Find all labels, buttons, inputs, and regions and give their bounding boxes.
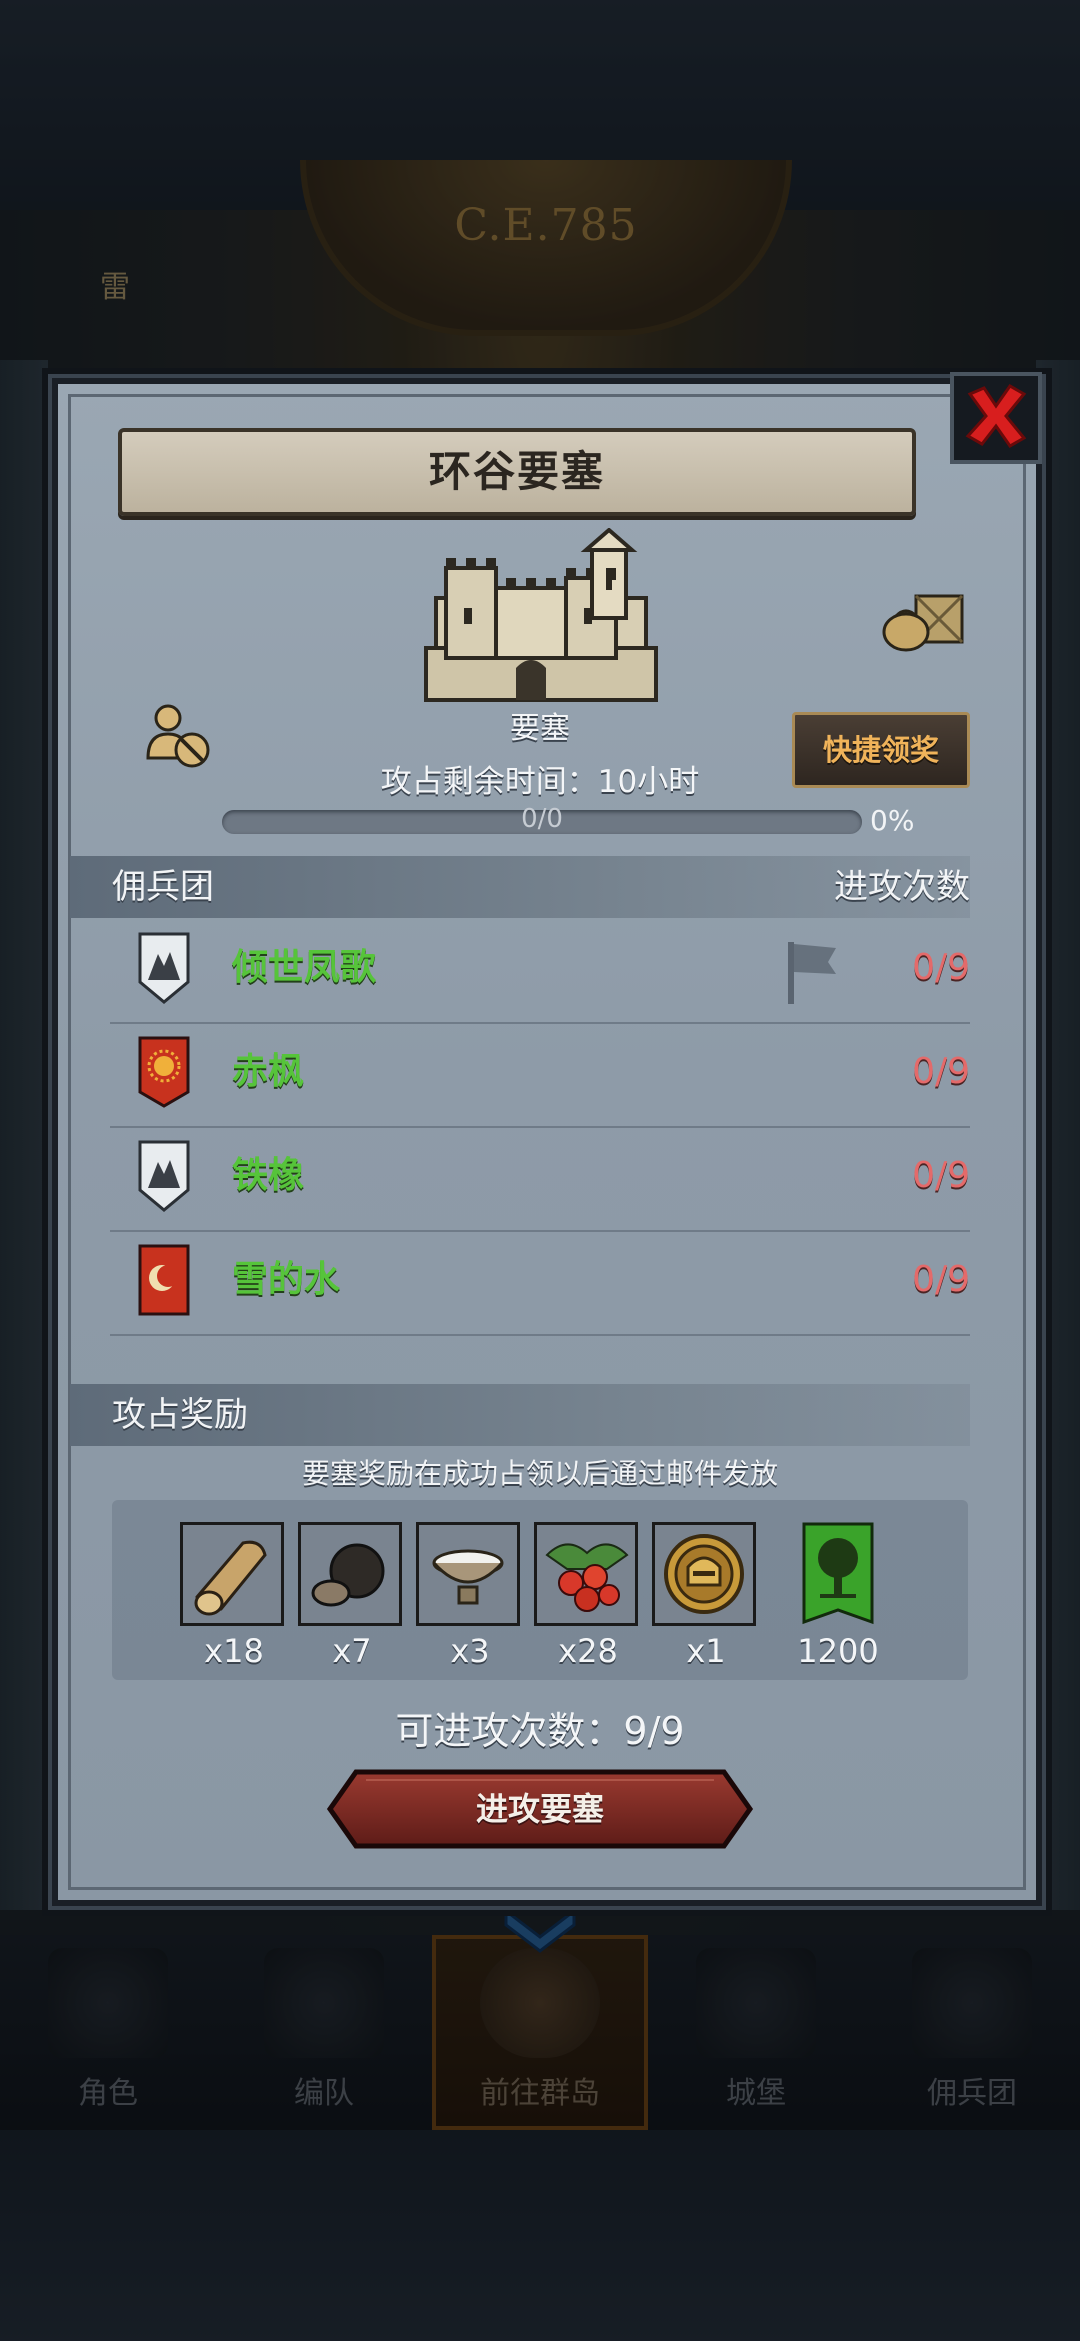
gold-helmet-medal-icon: [655, 1525, 753, 1623]
berries-icon: [537, 1525, 635, 1623]
capture-progress-bar: 0/0: [222, 804, 862, 834]
guild-row[interactable]: 倾世凤歌 0/9: [110, 918, 970, 1024]
reward-quantity: x1: [686, 1632, 726, 1670]
reward-note: 要塞奖励在成功占领以后通过邮件发放: [301, 1457, 778, 1490]
guild-attack-count: 0/9: [912, 1259, 970, 1300]
reward-slot: [298, 1522, 402, 1626]
truffle-icon: [301, 1525, 399, 1623]
reward-header-label: 攻占奖励: [112, 1395, 248, 1435]
reward-quantity: x7: [332, 1632, 372, 1670]
reward-slot: [180, 1522, 284, 1626]
red-crescent-banner-emblem-icon: [138, 1244, 190, 1316]
guild-header-label: 佣兵团: [112, 867, 214, 907]
quick-claim-button[interactable]: 快捷领奖: [792, 712, 970, 788]
castle-icon: [424, 528, 658, 702]
green-tree-banner-icon: [802, 1522, 874, 1625]
guild-row[interactable]: 赤枫 0/9: [110, 1022, 970, 1128]
guild-name: 倾世凤歌: [232, 947, 377, 988]
attack-count-header: 进攻次数: [834, 867, 970, 907]
close-icon: [965, 384, 1027, 448]
guild-section-header: 佣兵团 进攻次数: [70, 856, 970, 918]
reward-item[interactable]: x3: [416, 1522, 524, 1670]
title-banner: 环谷要塞: [118, 428, 916, 516]
wood-log-icon: [183, 1525, 281, 1623]
reward-slot: [416, 1522, 520, 1626]
guild-attack-count: 0/9: [912, 947, 970, 988]
bag-icon[interactable]: [878, 588, 966, 654]
milk-bowl-icon: [419, 1525, 517, 1623]
reward-item[interactable]: x1: [652, 1522, 760, 1670]
dialog-title: 环谷要塞: [428, 447, 605, 496]
reward-item[interactable]: 1200: [786, 1522, 890, 1670]
reward-quantity: x18: [204, 1632, 264, 1670]
attack-button-label: 进攻要塞: [475, 1790, 604, 1828]
close-button[interactable]: [950, 372, 1042, 464]
guild-row[interactable]: 雪的水 0/9: [110, 1230, 970, 1336]
red-sun-banner-emblem-icon: [138, 1036, 190, 1108]
guild-row[interactable]: 铁橡 0/9: [110, 1126, 970, 1232]
progress-text: 0/0: [521, 804, 563, 834]
reward-slot: [534, 1522, 638, 1626]
reward-item[interactable]: x18: [180, 1522, 288, 1670]
guild-attack-count: 0/9: [912, 1051, 970, 1092]
reward-slot: [786, 1522, 890, 1626]
reward-section-header: 攻占奖励: [70, 1384, 970, 1446]
white-shield-emblem-icon: [138, 1140, 190, 1212]
attempts-remaining: 可进攻次数：9/9: [395, 1709, 685, 1753]
guild-name: 雪的水: [232, 1259, 341, 1300]
attack-fortress-button[interactable]: 进攻要塞: [326, 1768, 754, 1850]
reward-item[interactable]: x28: [534, 1522, 642, 1670]
reward-quantity: x28: [558, 1632, 618, 1670]
white-shield-emblem-icon: [138, 932, 190, 1004]
reward-quantity: x3: [450, 1632, 490, 1670]
guild-attack-count: 0/9: [912, 1155, 970, 1196]
reward-slot: [652, 1522, 756, 1626]
guild-name: 铁橡: [232, 1155, 305, 1196]
guild-name: 赤枫: [232, 1051, 305, 1092]
progress-percent: 0%: [870, 804, 915, 837]
reward-item[interactable]: x7: [298, 1522, 406, 1670]
reward-quantity: 1200: [797, 1632, 879, 1670]
